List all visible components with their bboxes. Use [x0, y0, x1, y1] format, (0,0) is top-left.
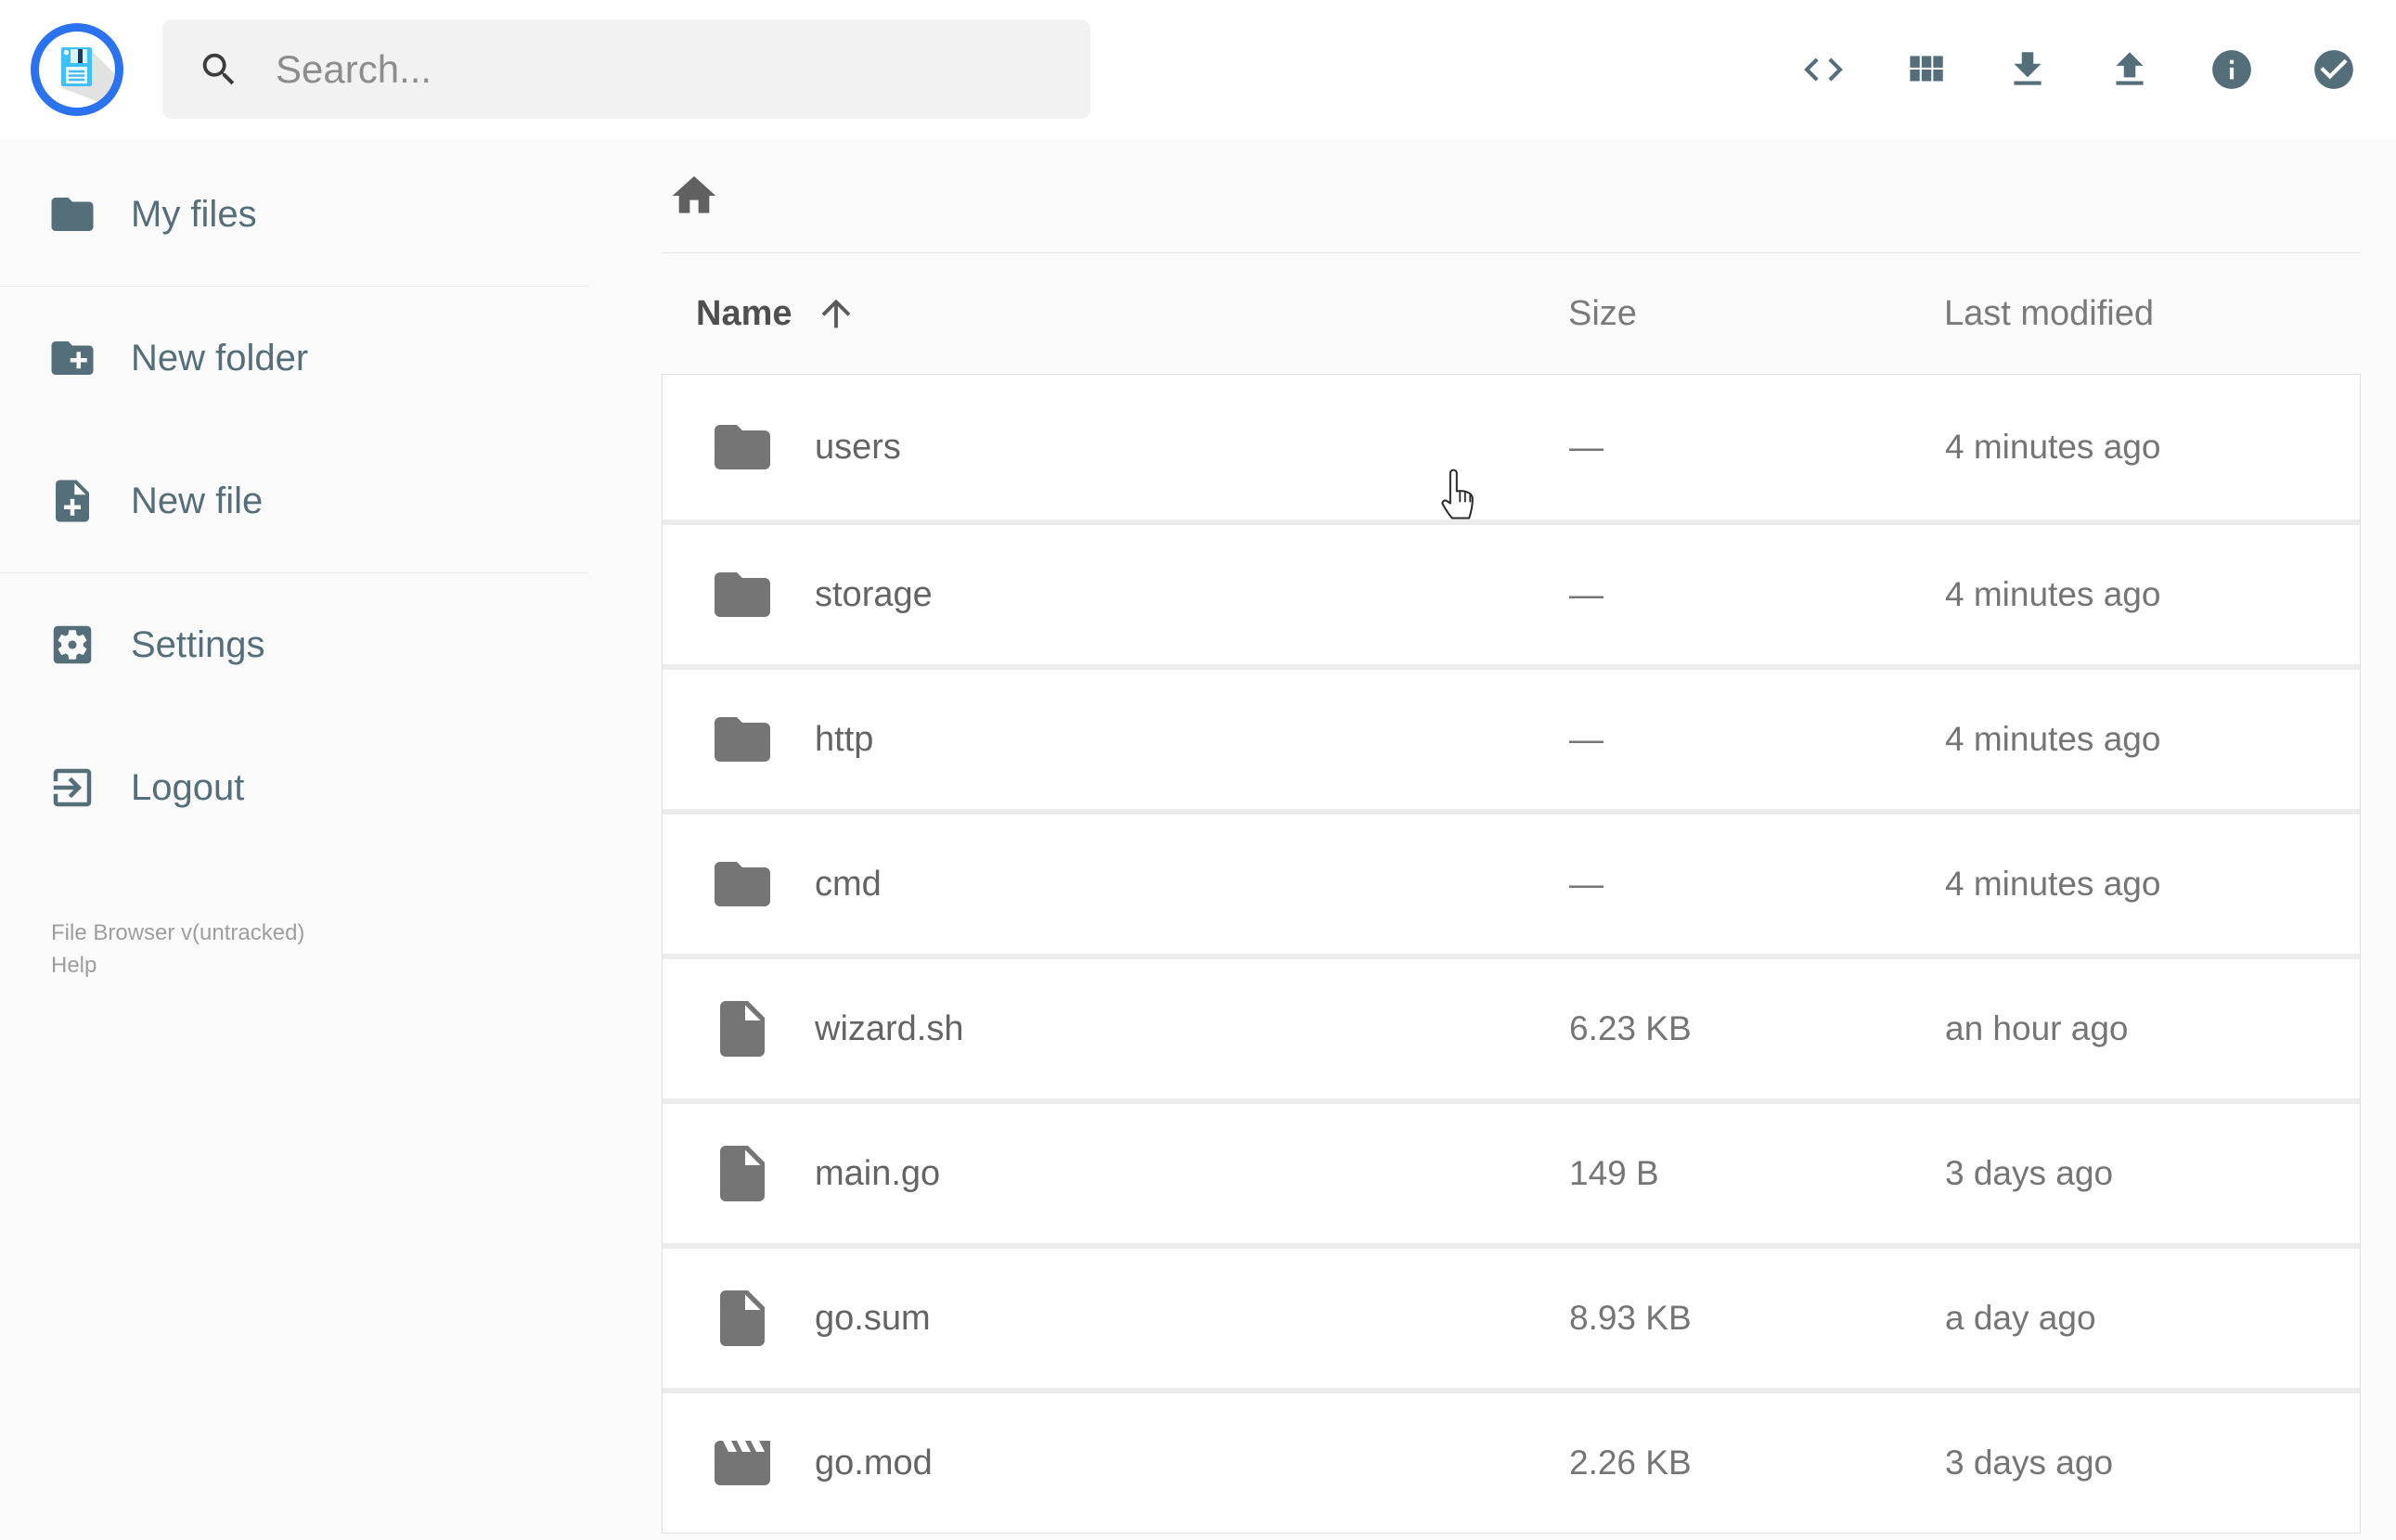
- file-size: 2.26 KB: [1569, 1444, 1692, 1482]
- floppy-disk-logo-icon: [31, 23, 123, 120]
- file-modified: 4 minutes ago: [1945, 865, 2161, 903]
- file-name: go.mod: [815, 1443, 933, 1482]
- sort-ascending-icon: [815, 292, 857, 335]
- file-name: http: [815, 719, 874, 759]
- sidebar: My files New folder New file Settings Lo…: [0, 139, 587, 1540]
- file-name: go.sum: [815, 1298, 931, 1338]
- info-button[interactable]: [2208, 45, 2256, 94]
- file-icon: [709, 1140, 815, 1207]
- check-circle-icon: [2311, 46, 2357, 93]
- file-size: —: [1569, 575, 1604, 613]
- file-modified: a day ago: [1945, 1299, 2096, 1337]
- info-icon: [2209, 46, 2255, 93]
- file-size: 6.23 KB: [1569, 1009, 1692, 1047]
- column-header-modified[interactable]: Last modified: [1944, 294, 2361, 334]
- file-modified: 4 minutes ago: [1945, 575, 2161, 613]
- table-row[interactable]: http — 4 minutes ago: [663, 664, 2360, 809]
- table-row[interactable]: wizard.sh 6.23 KB an hour ago: [663, 954, 2360, 1098]
- file-listing: users — 4 minutes ago storage — 4 minute…: [662, 374, 2361, 1534]
- table-row[interactable]: users — 4 minutes ago: [663, 375, 2360, 520]
- folder-icon: [709, 851, 815, 918]
- file-modified: 4 minutes ago: [1945, 720, 2161, 758]
- top-bar: [0, 0, 2396, 139]
- table-row[interactable]: main.go 149 B 3 days ago: [663, 1098, 2360, 1243]
- select-multiple-button[interactable]: [2310, 45, 2358, 94]
- sidebar-item-label: Settings: [131, 623, 265, 665]
- search-input[interactable]: [276, 46, 1037, 92]
- file-modified: 4 minutes ago: [1945, 428, 2161, 466]
- logout-icon: [47, 763, 97, 813]
- movie-icon: [709, 1430, 815, 1496]
- code-icon: [1800, 46, 1847, 93]
- search-icon: [198, 48, 240, 91]
- column-header-size[interactable]: Size: [1568, 294, 1944, 334]
- shell-button[interactable]: [1799, 45, 1848, 94]
- app-logo[interactable]: [31, 23, 123, 116]
- folder-icon: [709, 414, 815, 481]
- file-modified: 3 days ago: [1945, 1444, 2114, 1482]
- sidebar-item-new-folder[interactable]: New folder: [0, 287, 587, 430]
- file-icon: [709, 1285, 815, 1352]
- file-size: —: [1569, 865, 1604, 903]
- file-icon: [709, 995, 815, 1062]
- file-size: —: [1569, 428, 1604, 466]
- help-link[interactable]: Help: [51, 949, 304, 982]
- file-size: —: [1569, 720, 1604, 758]
- sidebar-item-logout[interactable]: Logout: [0, 716, 587, 859]
- file-size: 149 B: [1569, 1154, 1659, 1192]
- sidebar-item-label: Logout: [131, 766, 245, 808]
- home-icon: [668, 170, 720, 222]
- grid-view-icon: [1902, 46, 1949, 93]
- folder-icon: [709, 706, 815, 773]
- column-header-name[interactable]: Name: [696, 292, 1568, 335]
- file-listing-area: Name Size Last modified users — 4 minute…: [662, 139, 2361, 1534]
- download-button[interactable]: [2003, 45, 2052, 94]
- sidebar-item-label: My files: [131, 193, 257, 235]
- table-row[interactable]: cmd — 4 minutes ago: [663, 809, 2360, 954]
- create-folder-icon: [47, 333, 97, 383]
- sidebar-item-new-file[interactable]: New file: [0, 430, 587, 572]
- create-file-icon: [47, 476, 97, 526]
- file-name: storage: [815, 574, 933, 614]
- switch-view-button[interactable]: [1901, 45, 1950, 94]
- file-modified: an hour ago: [1945, 1009, 2129, 1047]
- app-version: File Browser v(untracked): [51, 920, 305, 945]
- header-actions: [1799, 0, 2358, 139]
- sidebar-item-label: New file: [131, 480, 264, 521]
- file-name: main.go: [815, 1153, 941, 1193]
- table-row[interactable]: go.sum 8.93 KB a day ago: [663, 1243, 2360, 1388]
- folder-icon: [709, 561, 815, 628]
- listing-header: Name Size Last modified: [662, 253, 2361, 374]
- table-row[interactable]: storage — 4 minutes ago: [663, 520, 2360, 664]
- file-name: cmd: [815, 864, 882, 904]
- table-row[interactable]: go.mod 2.26 KB 3 days ago: [663, 1388, 2360, 1533]
- filebrowser-app: My files New folder New file Sett: [0, 0, 2396, 1540]
- home-button[interactable]: [668, 170, 720, 222]
- sidebar-item-settings[interactable]: Settings: [0, 573, 587, 716]
- search-bar[interactable]: [162, 19, 1090, 119]
- upload-icon: [2106, 46, 2153, 93]
- sidebar-item-my-files[interactable]: My files: [0, 143, 587, 286]
- breadcrumb: [662, 139, 2361, 253]
- file-name: users: [815, 427, 901, 467]
- file-modified: 3 days ago: [1945, 1154, 2114, 1192]
- settings-icon: [47, 620, 97, 670]
- file-size: 8.93 KB: [1569, 1299, 1692, 1337]
- sidebar-item-label: New folder: [131, 337, 309, 379]
- download-icon: [2004, 46, 2051, 93]
- folder-icon: [47, 189, 97, 239]
- sidebar-footer: File Browser v(untracked) Help: [51, 917, 304, 982]
- file-name: wizard.sh: [815, 1008, 964, 1048]
- upload-button[interactable]: [2106, 45, 2154, 94]
